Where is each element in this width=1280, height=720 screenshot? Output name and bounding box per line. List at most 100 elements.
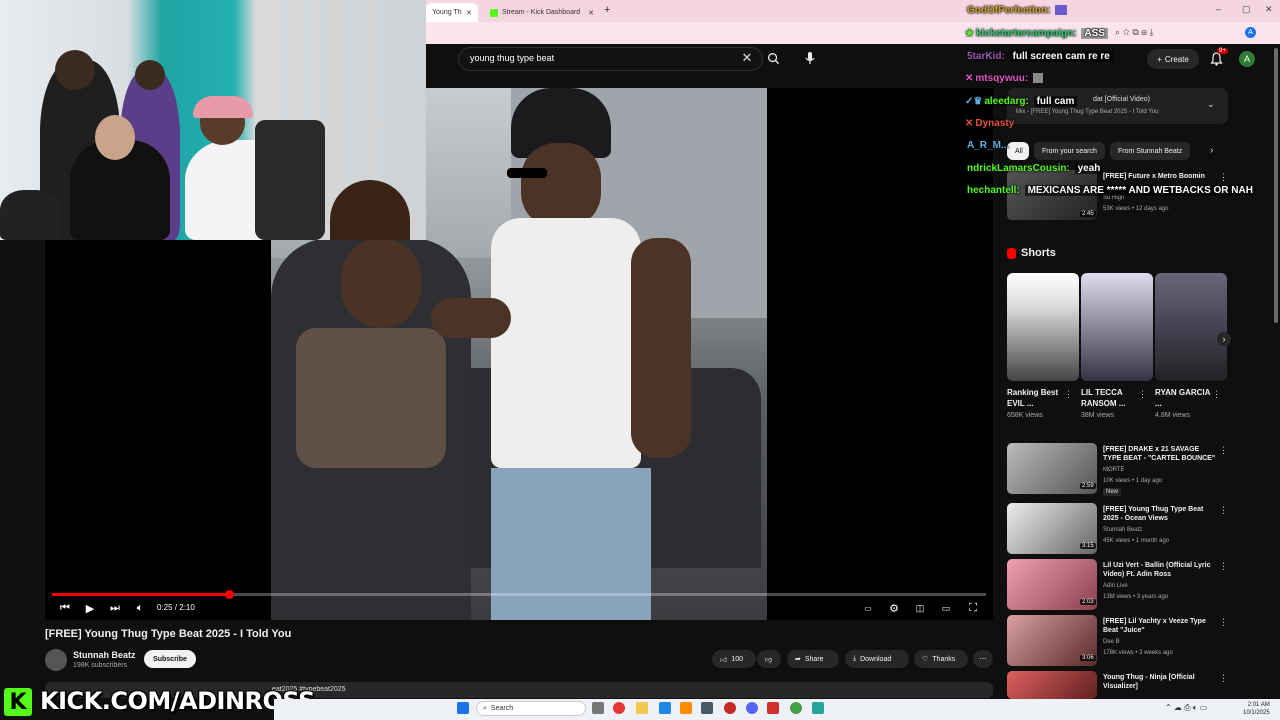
taskbar-clock[interactable]: 2:01 AM 10/1/2025 [1243, 701, 1270, 717]
tab-label: Stream - Kick Dashboard [502, 9, 581, 16]
dislike-button[interactable]: 👎︎ [757, 650, 781, 668]
app-icon[interactable] [659, 702, 671, 714]
close-icon[interactable]: ✕ [466, 9, 472, 17]
settings-icon[interactable]: ⚙ [886, 600, 902, 616]
new-badge: New [1103, 488, 1122, 496]
rec-meta: 45K views • 1 month ago [1103, 538, 1170, 544]
rec-channel[interactable]: MORTE [1103, 467, 1125, 473]
app-icon[interactable] [701, 702, 713, 714]
app-icon[interactable] [724, 702, 736, 714]
taskbar-search[interactable]: ⌕ Search [476, 701, 586, 716]
more-icon[interactable]: ⋮ [1219, 673, 1228, 684]
app-icon[interactable] [812, 702, 824, 714]
close-window-button[interactable]: ✕ [1265, 4, 1273, 15]
progress-fill [52, 593, 230, 596]
more-icon[interactable]: ⋮ [1219, 505, 1228, 516]
video-title: [FREE] Young Thug Type Beat 2025 - I Tol… [45, 628, 292, 640]
rec-meta: 13M views • 3 years ago [1103, 594, 1169, 600]
channel-avatar[interactable] [45, 649, 67, 671]
chevron-down-icon[interactable]: ⌄ [1207, 99, 1215, 110]
chat-message: GodOfPerfection: [965, 5, 1068, 16]
miniplayer-icon[interactable]: ◫ [912, 600, 928, 616]
clear-search-icon[interactable]: ✕ [739, 50, 755, 66]
tab-kick-dashboard[interactable]: Stream - Kick Dashboard ✕ [484, 3, 600, 22]
short-thumbnail[interactable] [1155, 273, 1227, 381]
taskbar-search-label: Search [490, 705, 514, 712]
rec-channel[interactable]: Stunnah Beatz [1103, 527, 1142, 533]
app-icon[interactable] [680, 702, 692, 714]
scrollbar-thumb[interactable] [1274, 48, 1278, 323]
rec-meta: 53K views • 12 days ago [1103, 206, 1169, 212]
duration-badge: 2:59 [1080, 483, 1096, 489]
rec-title[interactable]: [FREE] Future x Metro Boomin [1103, 172, 1218, 181]
system-tray-icons[interactable]: ⌃ ☁ ⎙ 🔈︎ ▭ [1165, 703, 1207, 713]
previous-icon[interactable]: ⏮ [57, 600, 73, 616]
more-icon[interactable]: ⋮ [1064, 389, 1073, 400]
close-icon[interactable]: ✕ [588, 9, 594, 17]
short-title[interactable]: LIL TECCA RANSOM ... [1081, 387, 1141, 409]
subscribe-button[interactable]: Subscribe [144, 650, 196, 668]
short-thumbnail[interactable] [1007, 273, 1079, 381]
share-button[interactable]: ➦ Share [787, 650, 839, 668]
minimize-button[interactable]: – [1216, 4, 1221, 14]
more-icon[interactable]: ⋮ [1138, 389, 1147, 400]
file-explorer-icon[interactable] [636, 702, 648, 714]
rec-title[interactable]: Young Thug - Ninja [Official Visualizer] [1103, 673, 1218, 691]
start-icon[interactable] [457, 702, 469, 714]
rec-channel[interactable]: Dee B [1103, 639, 1120, 645]
chip-from-channel[interactable]: From Stunnah Beatz [1110, 142, 1191, 160]
chat-username: hechantell: [967, 185, 1020, 196]
tab-youtube[interactable]: Young Thug Ty ✕ [426, 3, 478, 22]
short-thumbnail[interactable] [1081, 273, 1153, 381]
rec-title[interactable]: [FREE] Young Thug Type Beat 2025 - Ocean… [1103, 505, 1218, 523]
search-icon: ⌕ [483, 704, 487, 712]
more-icon[interactable]: ⋮ [1219, 561, 1228, 572]
profile-icon[interactable]: A [1245, 27, 1256, 38]
more-icon[interactable]: ⋯ [973, 650, 993, 668]
app-icon[interactable] [767, 702, 779, 714]
duration-badge: 3:15 [1080, 543, 1096, 549]
short-title[interactable]: RYAN GARCIA ... [1155, 387, 1215, 409]
rec-title[interactable]: Lil Uzi Vert - Ballin (Official Lyric Vi… [1103, 561, 1218, 579]
rec-title[interactable]: [FREE] DRAKE x 21 SAVAGE TYPE BEAT - "CA… [1103, 445, 1218, 463]
video-thumbnail[interactable] [1007, 671, 1097, 699]
rec-meta: 178K views • 3 weeks ago [1103, 650, 1173, 656]
rec-title[interactable]: [FREE] Lil Yachty x Veeze Type Beat "Jui… [1103, 617, 1218, 635]
chevron-right-icon[interactable]: › [1210, 145, 1213, 156]
duration-badge: 2:45 [1080, 211, 1096, 217]
theater-mode-icon[interactable]: ▭ [938, 600, 954, 616]
volume-icon[interactable]: 🔈︎ [132, 600, 148, 616]
more-icon[interactable]: ⋮ [1212, 389, 1221, 400]
rec-channel[interactable]: Adin Live [1103, 583, 1128, 589]
task-view-icon[interactable] [592, 702, 604, 714]
next-icon[interactable]: ⏭ [107, 600, 123, 616]
more-icon[interactable]: ⋮ [1219, 172, 1228, 183]
more-icon[interactable]: ⋮ [1219, 617, 1228, 628]
chevron-right-icon[interactable]: › [1217, 332, 1231, 346]
like-button[interactable]: 👍︎ 100 [712, 650, 756, 668]
mic-icon[interactable] [802, 50, 818, 66]
thanks-button[interactable]: ♡ Thanks [914, 650, 968, 668]
new-tab-button[interactable]: + [604, 4, 610, 16]
app-icon[interactable] [790, 702, 802, 714]
clock-time: 2:01 AM [1247, 702, 1270, 708]
short-title[interactable]: Ranking Best EVIL ... [1007, 387, 1067, 409]
search-icon[interactable] [765, 50, 781, 66]
chip-from-your-search[interactable]: From your search [1034, 142, 1105, 160]
mix-subtitle: Mix - [FREE] Young Thug Type Beat 2025 -… [1016, 109, 1159, 115]
discord-icon[interactable] [746, 702, 758, 714]
download-button[interactable]: ⤓ Download [845, 650, 909, 668]
fullscreen-icon[interactable]: ⛶ [965, 600, 981, 616]
create-button[interactable]: + Create [1147, 49, 1199, 69]
chat-message: 5tarKid: full screen cam re re [965, 51, 1113, 62]
browser-toolbar-icons[interactable]: ⌕ ☆ ⧉ ⊞ ⤓ [1115, 27, 1154, 38]
maximize-button[interactable]: ▢ [1242, 4, 1251, 15]
captions-icon[interactable]: ▭ [860, 600, 876, 616]
avatar[interactable]: A [1239, 51, 1255, 67]
chrome-icon[interactable] [613, 702, 625, 714]
channel-name[interactable]: Stunnah Beatz [73, 650, 136, 660]
chat-message: hechantell: MEXICANS ARE ***** AND WETBA… [965, 185, 1256, 196]
play-icon[interactable]: ▶ [82, 600, 98, 616]
more-icon[interactable]: ⋮ [1219, 445, 1228, 456]
chat-text: full cam [1033, 96, 1078, 107]
